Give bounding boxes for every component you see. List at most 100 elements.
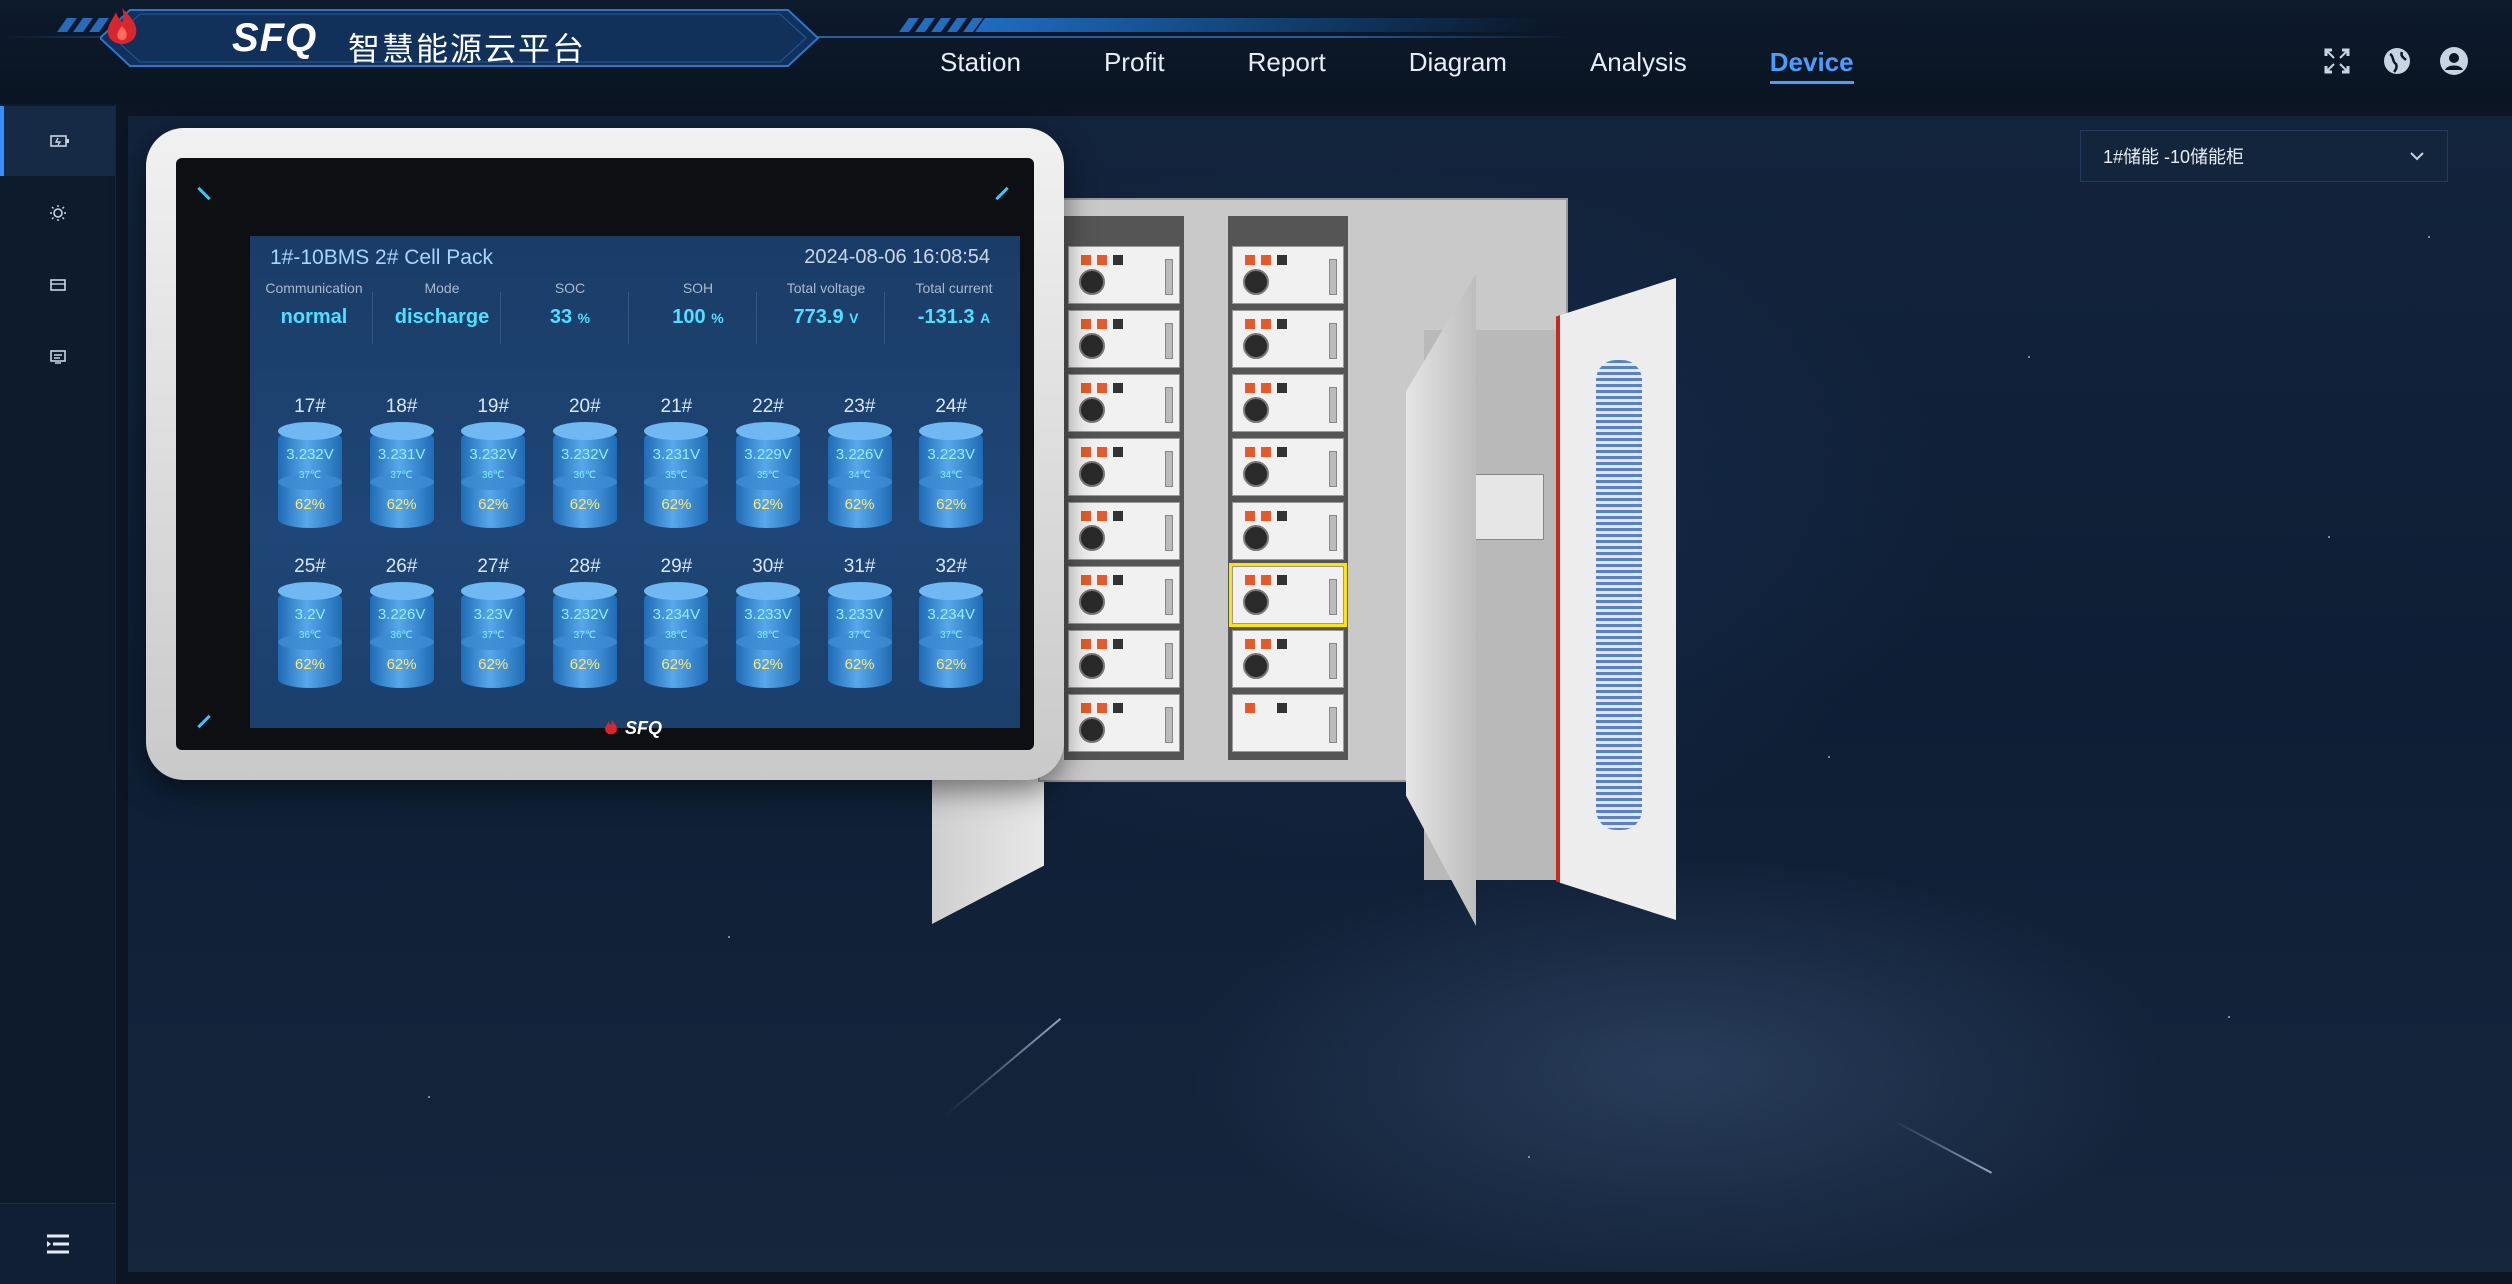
battery-module[interactable] (1232, 246, 1344, 304)
cell-unit[interactable]: 27# 3.23V 37℃ 62% (459, 556, 527, 696)
cell-unit[interactable]: 19# 3.232V 36℃ 62% (459, 396, 527, 536)
cell-unit[interactable]: 17# 3.232V 37℃ 62% (276, 396, 344, 536)
cylinder-top (369, 422, 434, 440)
battery-module[interactable] (1068, 246, 1180, 304)
door-vent-pattern (1596, 360, 1642, 830)
battery-module[interactable] (1232, 630, 1344, 688)
nav-diagram[interactable]: Diagram (1409, 44, 1507, 84)
sidebar-collapse-button[interactable] (0, 1203, 115, 1284)
cell-unit[interactable]: 20# 3.232V 36℃ 62% (551, 396, 619, 536)
cell-cylinder: 3.231V 37℃ 62% (369, 422, 434, 536)
battery-module-selected[interactable] (1229, 563, 1347, 627)
cell-id: 32# (935, 556, 968, 577)
nav-device[interactable]: Device (1769, 44, 1854, 84)
stat-soc: SOC 33 % (506, 280, 634, 329)
star (2328, 536, 2330, 538)
cell-cylinder: 3.232V 36℃ 62% (461, 422, 526, 536)
cylinder-top (461, 422, 526, 440)
cell-id: 26# (385, 556, 418, 577)
battery-module[interactable] (1232, 502, 1344, 560)
cell-cylinder: 3.234V 37℃ 62% (919, 582, 984, 696)
stat-total-current: Total current -131.3 A (890, 280, 1018, 329)
battery-module[interactable] (1232, 374, 1344, 432)
battery-module[interactable] (1068, 310, 1180, 368)
cell-unit[interactable]: 25# 3.2V 36℃ 62% (276, 556, 344, 696)
cell-unit[interactable]: 32# 3.234V 37℃ 62% (917, 556, 985, 696)
corner-marker (995, 186, 1009, 201)
bms-control-module[interactable] (1232, 694, 1344, 752)
panel-screen: 1#-10BMS 2# Cell Pack 2024-08-06 16:08:5… (250, 236, 1020, 728)
cell-voltage: 3.229V (744, 446, 792, 463)
cell-unit[interactable]: 28# 3.232V 37℃ 62% (551, 556, 619, 696)
cell-temperature: 37℃ (298, 470, 322, 481)
battery-module[interactable] (1068, 694, 1180, 752)
stat-divider (628, 292, 629, 344)
stat-communication: Communication normal (250, 280, 378, 329)
star (428, 1096, 430, 1098)
cell-cylinder: 3.232V 37℃ 62% (278, 422, 342, 536)
cylinder-top (827, 422, 892, 440)
globe-icon[interactable] (2382, 46, 2412, 76)
battery-module[interactable] (1068, 630, 1180, 688)
user-icon[interactable] (2439, 46, 2469, 76)
cell-voltage: 3.233V (744, 606, 792, 623)
cell-unit[interactable]: 18# 3.231V 37℃ 62% (368, 396, 436, 536)
stat-value: discharge (394, 306, 490, 328)
cell-unit[interactable]: 29# 3.234V 38℃ 62% (642, 556, 710, 696)
cell-voltage: 3.232V (561, 446, 609, 463)
cell-unit[interactable]: 31# 3.233V 37℃ 62% (826, 556, 894, 696)
stat-label: SOH (682, 280, 714, 296)
flame-logo-icon (107, 8, 137, 44)
fullscreen-icon[interactable] (2322, 46, 2352, 76)
sidebar-item-storage[interactable] (0, 250, 115, 320)
cell-temperature: 37℃ (482, 630, 505, 641)
cell-soc: 62% (478, 656, 509, 673)
battery-module[interactable] (1232, 310, 1344, 368)
battery-module[interactable] (1068, 438, 1180, 496)
cylinder-top (278, 582, 342, 600)
cylinder-top (919, 582, 984, 600)
cell-soc: 62% (844, 656, 875, 673)
cell-temperature: 37℃ (848, 630, 871, 641)
battery-module[interactable] (1232, 438, 1344, 496)
cell-id: 22# (752, 396, 784, 417)
cell-unit[interactable]: 24# 3.223V 34℃ 62% (917, 396, 985, 536)
sidebar-item-solar[interactable] (0, 178, 115, 248)
nav-analysis[interactable]: Analysis (1590, 44, 1687, 84)
nav-report[interactable]: Report (1248, 44, 1326, 84)
sidebar-item-monitor[interactable] (0, 322, 115, 392)
cell-soc: 62% (478, 496, 509, 513)
device-select[interactable]: 1#储能 -10储能柜 (2080, 130, 2448, 182)
cell-temperature: 37℃ (573, 630, 596, 641)
nav-profit[interactable]: Profit (1104, 44, 1165, 84)
cell-temperature: 35℃ (665, 470, 688, 481)
nav-station[interactable]: Station (940, 44, 1021, 84)
panel-bezel: 1#-10BMS 2# Cell Pack 2024-08-06 16:08:5… (176, 158, 1034, 750)
sidebar-item-battery[interactable] (0, 106, 115, 176)
cell-voltage: 3.232V (561, 606, 609, 623)
cell-unit[interactable]: 30# 3.233V 38℃ 62% (734, 556, 802, 696)
cell-unit[interactable]: 22# 3.229V 35℃ 62% (734, 396, 802, 536)
flame-logo-icon (605, 719, 617, 735)
cell-soc: 62% (569, 496, 600, 513)
cylinder-top (644, 582, 709, 600)
cell-unit[interactable]: 21# 3.231V 35℃ 62% (642, 396, 710, 536)
cell-cylinder: 3.234V 38℃ 62% (644, 582, 709, 696)
cell-voltage: 3.231V (377, 446, 426, 463)
cell-unit[interactable]: 23# 3.226V 34℃ 62% (826, 396, 894, 536)
battery-rack-left (1064, 216, 1184, 760)
cell-id: 20# (568, 396, 601, 417)
cell-unit[interactable]: 26# 3.226V 36℃ 62% (368, 556, 436, 696)
cell-voltage: 3.2V (294, 606, 326, 623)
cell-soc: 62% (936, 496, 967, 513)
cell-soc: 62% (661, 496, 692, 513)
stat-total-voltage: Total voltage 773.9 V (762, 280, 890, 329)
battery-module[interactable] (1068, 566, 1180, 624)
cell-temperature: 36℃ (482, 470, 505, 481)
cell-temperature: 34℃ (848, 470, 871, 481)
battery-module[interactable] (1068, 502, 1180, 560)
header-decoration-left (57, 18, 109, 32)
stat-value: 33 % (549, 306, 591, 328)
battery-module[interactable] (1068, 374, 1180, 432)
cell-soc: 62% (294, 656, 326, 673)
